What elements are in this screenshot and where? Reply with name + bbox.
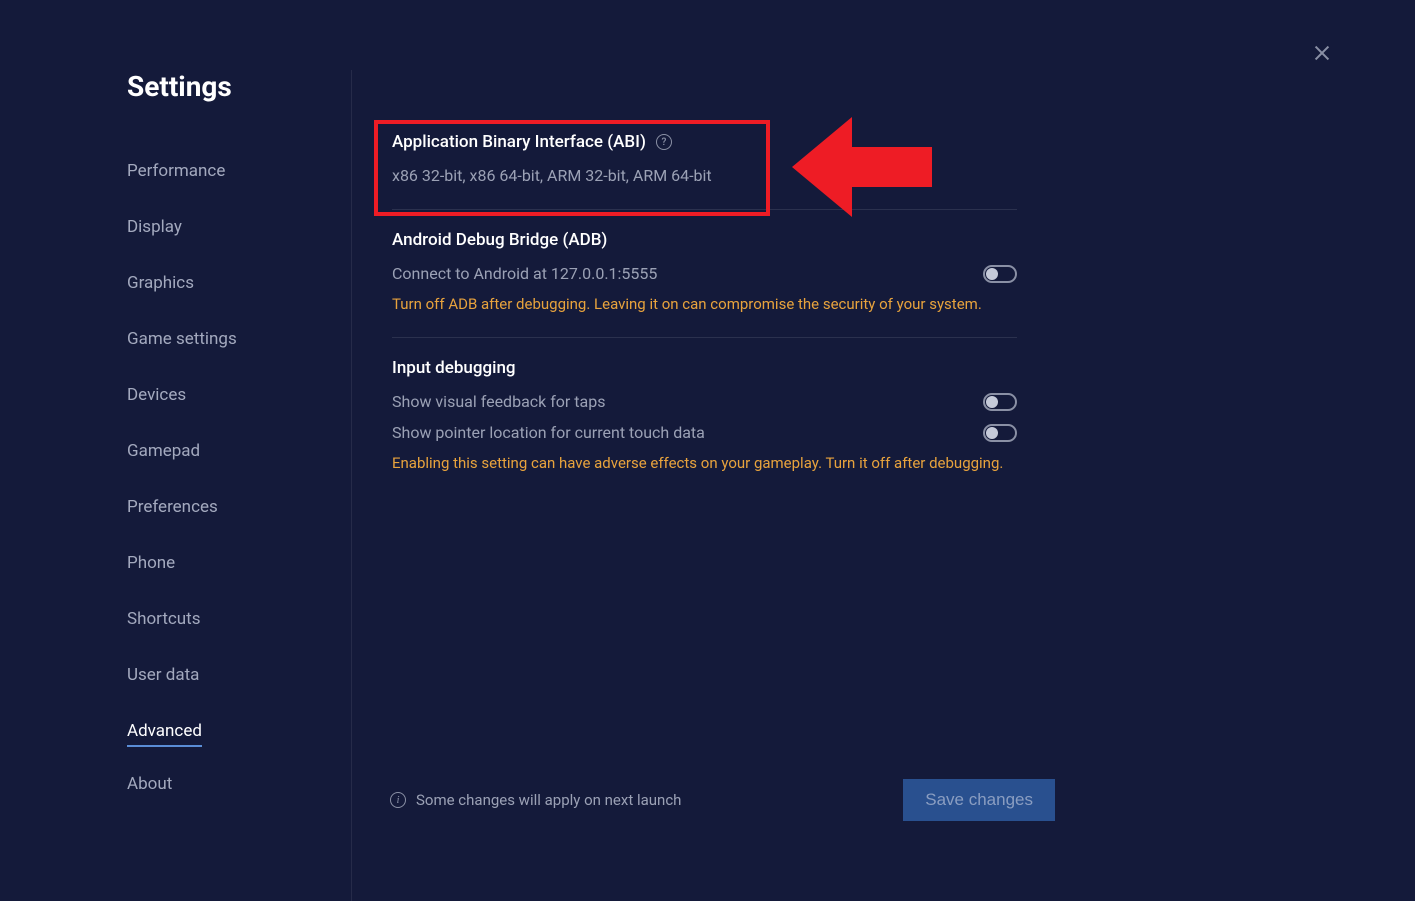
close-button[interactable] [1311, 42, 1333, 64]
footer: i Some changes will apply on next launch… [390, 779, 1055, 821]
adb-section-title: Android Debug Bridge (ADB) [392, 230, 607, 250]
adb-section: Android Debug Bridge (ADB) Connect to An… [392, 230, 1017, 338]
input-debug-section: Input debugging Show visual feedback for… [392, 358, 1017, 496]
sidebar-item-shortcuts[interactable]: Shortcuts [127, 600, 201, 638]
sidebar-item-graphics[interactable]: Graphics [127, 264, 194, 302]
save-changes-button[interactable]: Save changes [903, 779, 1055, 821]
pointer-location-toggle[interactable] [983, 424, 1017, 442]
tap-feedback-toggle[interactable] [983, 393, 1017, 411]
sidebar-item-devices[interactable]: Devices [127, 376, 186, 414]
footer-note-text: Some changes will apply on next launch [416, 791, 681, 809]
abi-section-title: Application Binary Interface (ABI) [392, 132, 646, 152]
sidebar-item-display[interactable]: Display [127, 208, 182, 246]
tap-feedback-label: Show visual feedback for taps [392, 392, 605, 411]
main-content: Application Binary Interface (ABI) ? x86… [352, 70, 1415, 901]
adb-warning: Turn off ADB after debugging. Leaving it… [392, 295, 1017, 313]
sidebar-item-preferences[interactable]: Preferences [127, 488, 218, 526]
sidebar-item-about[interactable]: About [127, 765, 172, 803]
help-icon[interactable]: ? [656, 134, 672, 150]
page-title: Settings [127, 70, 331, 103]
pointer-location-label: Show pointer location for current touch … [392, 423, 705, 442]
sidebar-item-game-settings[interactable]: Game settings [127, 320, 237, 358]
sidebar-item-gamepad[interactable]: Gamepad [127, 432, 200, 470]
abi-value: x86 32-bit, x86 64-bit, ARM 32-bit, ARM … [392, 166, 1017, 185]
sidebar-item-performance[interactable]: Performance [127, 152, 225, 190]
sidebar-item-phone[interactable]: Phone [127, 544, 175, 582]
input-debug-warning: Enabling this setting can have adverse e… [392, 454, 1017, 472]
adb-connect-label: Connect to Android at 127.0.0.1:5555 [392, 264, 657, 283]
sidebar: Settings Performance Display Graphics Ga… [127, 70, 352, 901]
sidebar-item-advanced[interactable]: Advanced [127, 712, 202, 747]
abi-section: Application Binary Interface (ABI) ? x86… [392, 132, 1017, 210]
info-icon: i [390, 792, 406, 808]
adb-toggle[interactable] [983, 265, 1017, 283]
input-debug-section-title: Input debugging [392, 358, 516, 378]
sidebar-item-user-data[interactable]: User data [127, 656, 199, 694]
